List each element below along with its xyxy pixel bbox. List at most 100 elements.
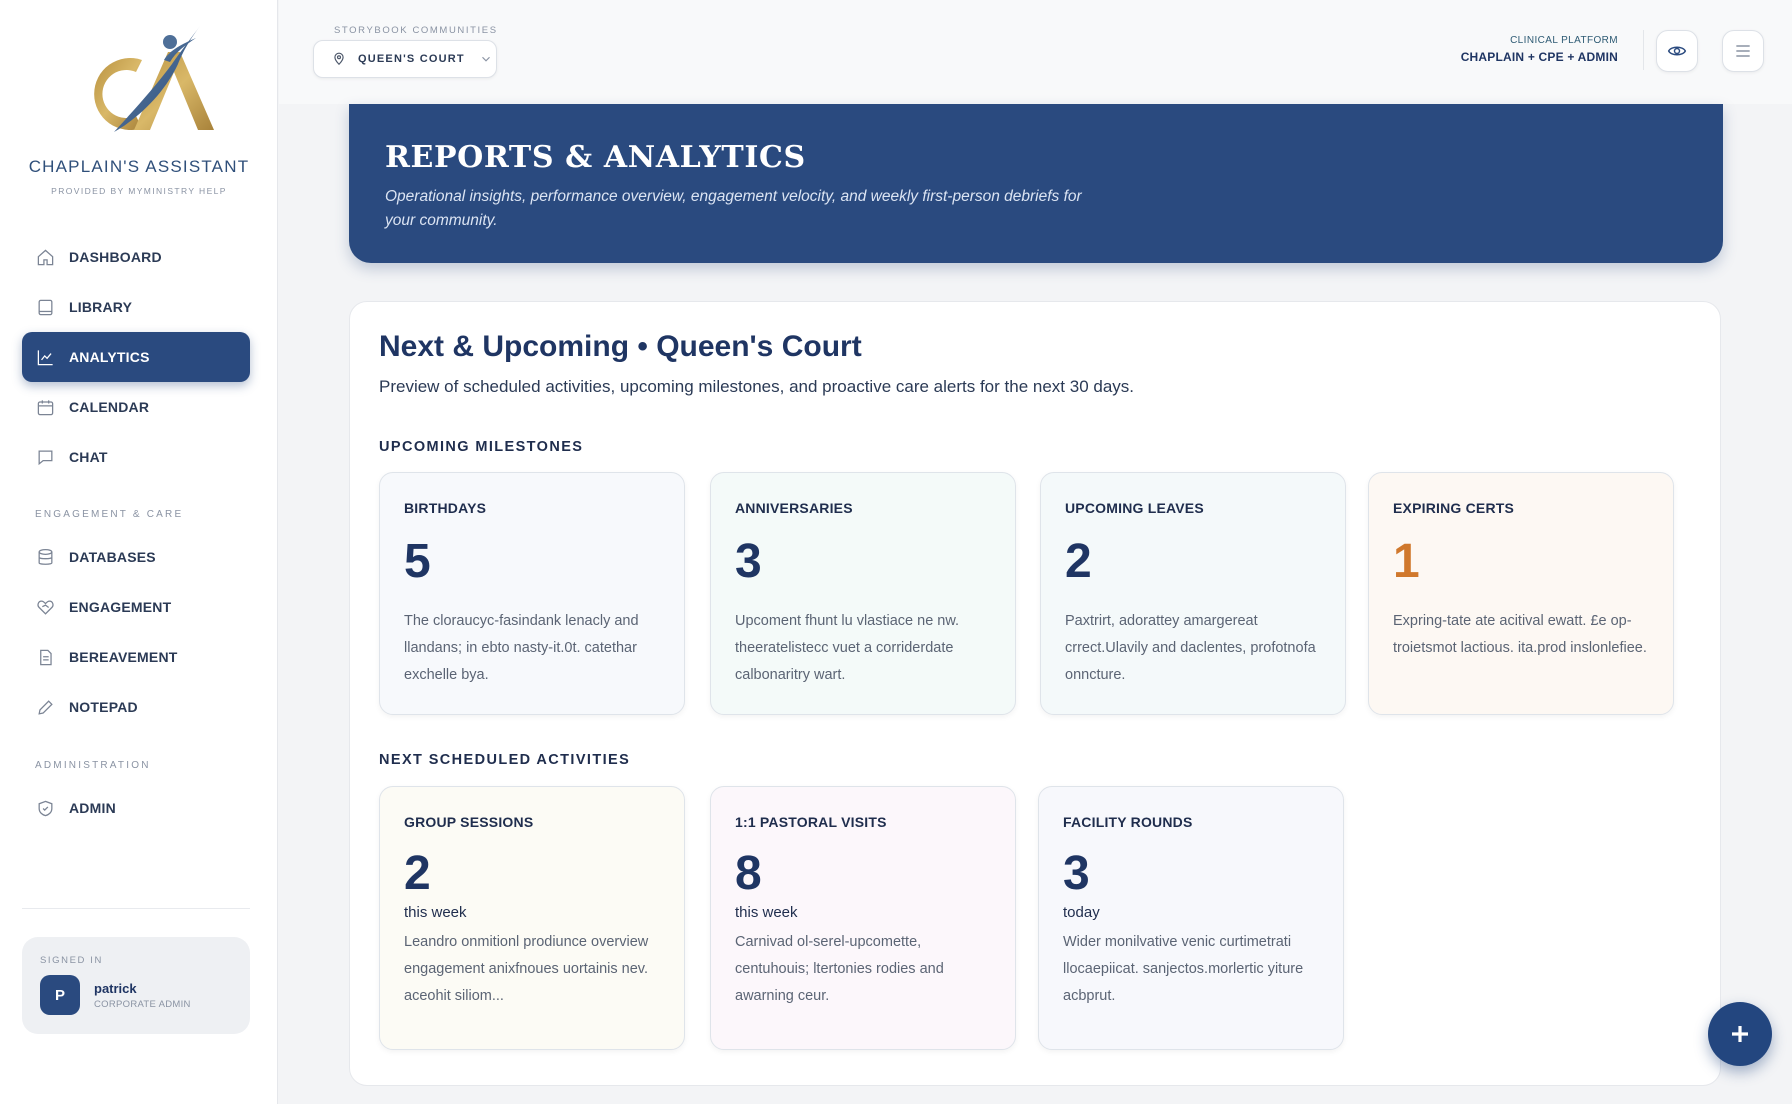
tile-label: EXPIRING CERTS xyxy=(1393,500,1515,516)
nav-item-bereavement[interactable]: BEREAVEMENT xyxy=(22,632,250,682)
milestone-tile-certs[interactable]: EXPIRING CERTS 1 Expring-tate ate acitiv… xyxy=(1368,472,1674,715)
engagement-nav-items: DATABASES ENGAGEMENT BEREAVEMENT NOTEPAD xyxy=(22,532,250,732)
tile-body: Upcoment fhunt lu vlastiace ne nw. theer… xyxy=(735,613,960,683)
nav-label: DASHBOARD xyxy=(69,249,162,265)
nav-item-databases[interactable]: DATABASES xyxy=(22,532,250,582)
nav-item-chat[interactable]: CHAT xyxy=(22,432,250,482)
topbar-separator xyxy=(1643,30,1644,70)
user-card[interactable]: SIGNED IN P patrick CORPORATE ADMIN xyxy=(22,937,250,1034)
community-select[interactable]: QUEEN'S COURT xyxy=(313,40,497,78)
nav-item-calendar[interactable]: CALENDAR xyxy=(22,382,250,432)
nav-label: CALENDAR xyxy=(69,399,150,415)
brand-name: CHAPLAIN'S ASSISTANT xyxy=(28,157,250,176)
tile-body: Paxtrirt, adorattey amargereat crrect.Ul… xyxy=(1065,613,1316,683)
chat-icon xyxy=(35,447,55,467)
tile-value: 1 xyxy=(1393,535,1420,588)
page-hero: REPORTS & ANALYTICS Operational insights… xyxy=(349,104,1723,263)
nav-label: ENGAGEMENT xyxy=(69,599,172,615)
tile-label: 1:1 PASTORAL VISITS xyxy=(735,814,887,830)
nav-item-notepad[interactable]: NOTEPAD xyxy=(22,682,250,732)
nav-label: NOTEPAD xyxy=(69,699,138,715)
brand-logo[interactable] xyxy=(64,20,214,145)
tile-label: ANNIVERSARIES xyxy=(735,500,853,516)
tile-body: Carnivad ol-serel-upcomette, centuhouis;… xyxy=(735,934,944,1004)
tile-value: 5 xyxy=(404,535,431,588)
plus-icon xyxy=(1732,1026,1748,1042)
tile-unit: today xyxy=(1063,904,1100,921)
tile-body: Expring-tate ate acitival ewatt. £e op-t… xyxy=(1393,613,1647,656)
view-toggle-button[interactable] xyxy=(1656,30,1698,72)
admin-nav-items: ADMIN xyxy=(22,783,250,833)
nav-item-analytics[interactable]: ANALYTICS xyxy=(22,332,250,382)
tile-label: BIRTHDAYS xyxy=(404,500,487,516)
database-icon xyxy=(35,547,55,567)
tile-value: 2 xyxy=(1065,535,1092,588)
calendar-icon xyxy=(35,397,55,417)
chart-icon xyxy=(35,347,55,367)
tile-label: GROUP SESSIONS xyxy=(404,814,534,830)
nav-label: CHAT xyxy=(69,449,108,465)
card-title: Next & Upcoming • Queen's Court xyxy=(379,330,862,363)
sidebar: CHAPLAIN'S ASSISTANT PROVIDED BY MYMINIS… xyxy=(0,0,278,1104)
scheduled-heading: NEXT SCHEDULED ACTIVITIES xyxy=(379,752,631,768)
tile-body: Leandro onmitionl prodiunce overview eng… xyxy=(404,934,649,1004)
tile-label: FACILITY ROUNDS xyxy=(1063,814,1193,830)
milestone-tile-leaves[interactable]: UPCOMING LEAVES 2 Paxtrirt, adorattey am… xyxy=(1040,472,1346,715)
nav-label: DATABASES xyxy=(69,549,156,565)
brand: CHAPLAIN'S ASSISTANT PROVIDED BY MYMINIS… xyxy=(0,20,278,196)
document-icon xyxy=(35,647,55,667)
avatar: P xyxy=(40,975,80,1015)
platform-label: CLINICAL PLATFORM xyxy=(1510,35,1618,46)
topbar: STORYBOOK COMMUNITIES QUEEN'S COURT CLIN… xyxy=(279,0,1792,104)
nav-label: BEREAVEMENT xyxy=(69,649,178,665)
nav-label: LIBRARY xyxy=(69,299,133,315)
milestone-tile-birthdays[interactable]: BIRTHDAYS 5 The cloraucyc-fasindank lena… xyxy=(379,472,685,715)
menu-button[interactable] xyxy=(1722,30,1764,72)
platform-info: CLINICAL PLATFORM CHAPLAIN + CPE + ADMIN xyxy=(1461,35,1618,64)
user-name: patrick xyxy=(94,980,137,996)
tile-value: 8 xyxy=(735,847,762,900)
nav-section-engagement: ENGAGEMENT & CARE xyxy=(35,508,184,520)
brand-subtitle: PROVIDED BY MYMINISTRY HELP xyxy=(51,186,227,196)
admin-nav: ADMINISTRATION xyxy=(22,750,250,780)
nav-label: ANALYTICS xyxy=(69,349,150,365)
community-label: STORYBOOK COMMUNITIES xyxy=(334,25,498,36)
platform-roles: CHAPLAIN + CPE + ADMIN xyxy=(1460,50,1618,64)
activity-tile-pastoral-visits[interactable]: 1:1 PASTORAL VISITS 8 this week Carnivad… xyxy=(710,786,1016,1050)
upcoming-card: Next & Upcoming • Queen's Court Preview … xyxy=(349,301,1721,1086)
tile-value: 2 xyxy=(404,847,431,900)
nav-item-dashboard[interactable]: DASHBOARD xyxy=(22,232,250,282)
heart-handshake-icon xyxy=(35,597,55,617)
tile-body: Wider monilvative venic curtimetrati llo… xyxy=(1063,934,1304,1004)
activity-tile-facility-rounds[interactable]: FACILITY ROUNDS 3 today Wider monilvativ… xyxy=(1038,786,1344,1050)
tile-value: 3 xyxy=(1063,847,1090,900)
card-description: Preview of scheduled activities, upcomin… xyxy=(379,377,1134,396)
activity-tile-group-sessions[interactable]: GROUP SESSIONS 2 this week Leandro onmit… xyxy=(379,786,685,1050)
home-icon xyxy=(35,247,55,267)
location-pin-icon xyxy=(334,52,344,66)
shield-icon xyxy=(35,798,55,818)
milestone-tile-anniversaries[interactable]: ANNIVERSARIES 3 Upcoment fhunt lu vlasti… xyxy=(710,472,1016,715)
sidebar-divider xyxy=(22,908,250,909)
nav-item-library[interactable]: LIBRARY xyxy=(22,282,250,332)
tile-unit: this week xyxy=(735,904,798,921)
add-button[interactable] xyxy=(1708,1002,1772,1066)
nav-item-engagement[interactable]: ENGAGEMENT xyxy=(22,582,250,632)
tile-body: The cloraucyc-fasindank lenacly and llan… xyxy=(404,613,639,683)
main-nav: DASHBOARD LIBRARY ANALYTICS CALENDAR CHA… xyxy=(22,232,250,482)
page-subtitle: Operational insights, performance overvi… xyxy=(385,188,1082,229)
user-role: CORPORATE ADMIN xyxy=(94,998,191,1010)
page-title: REPORTS & ANALYTICS xyxy=(385,140,806,175)
book-icon xyxy=(35,297,55,317)
community-value: QUEEN'S COURT xyxy=(358,53,465,65)
nav-item-admin[interactable]: ADMIN xyxy=(22,783,250,833)
eye-icon xyxy=(1667,46,1687,56)
nav-label: ADMIN xyxy=(69,800,116,816)
pencil-icon xyxy=(35,697,55,717)
milestones-heading: UPCOMING MILESTONES xyxy=(379,439,584,455)
tile-unit: this week xyxy=(404,904,467,921)
hamburger-icon xyxy=(1736,45,1750,57)
tile-value: 3 xyxy=(735,535,762,588)
chevron-down-icon xyxy=(481,56,490,62)
engagement-nav: ENGAGEMENT & CARE xyxy=(22,499,250,529)
